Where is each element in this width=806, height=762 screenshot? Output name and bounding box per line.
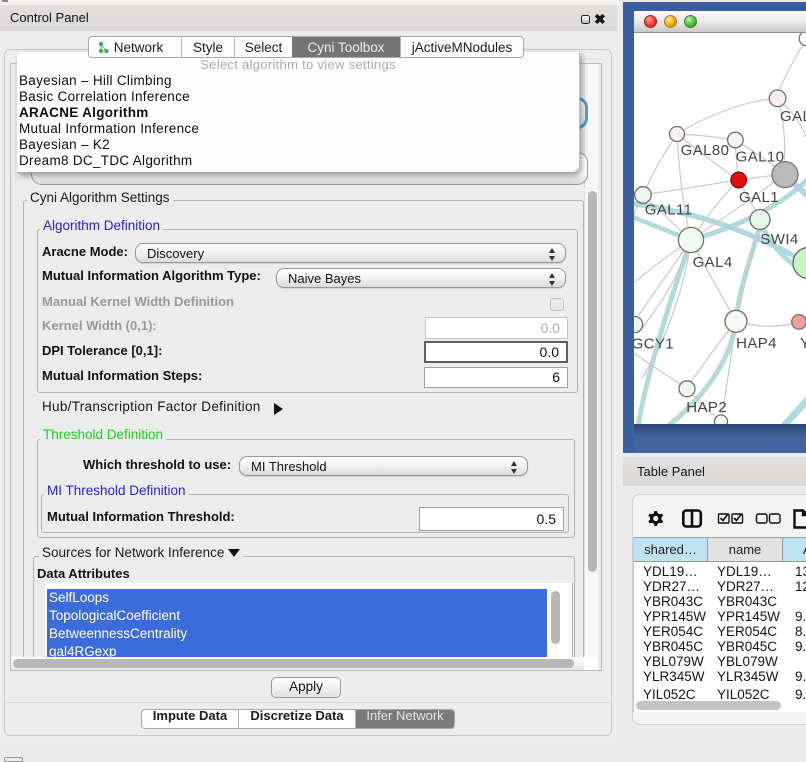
svg-text:HAP4: HAP4 (736, 335, 777, 352)
svg-text:Y: Y (800, 335, 806, 352)
svg-text:GAL2: GAL2 (780, 108, 806, 125)
svg-text:SWI4: SWI4 (760, 231, 798, 248)
svg-text:HAP2: HAP2 (686, 399, 727, 416)
svg-text:GCY1: GCY1 (634, 336, 674, 353)
svg-text:GAL4: GAL4 (693, 254, 733, 271)
svg-text:GAL80: GAL80 (681, 142, 730, 159)
svg-text:GAL10: GAL10 (736, 149, 785, 166)
svg-text:GAL1: GAL1 (739, 189, 779, 206)
svg-text:GAL11: GAL11 (645, 202, 693, 219)
